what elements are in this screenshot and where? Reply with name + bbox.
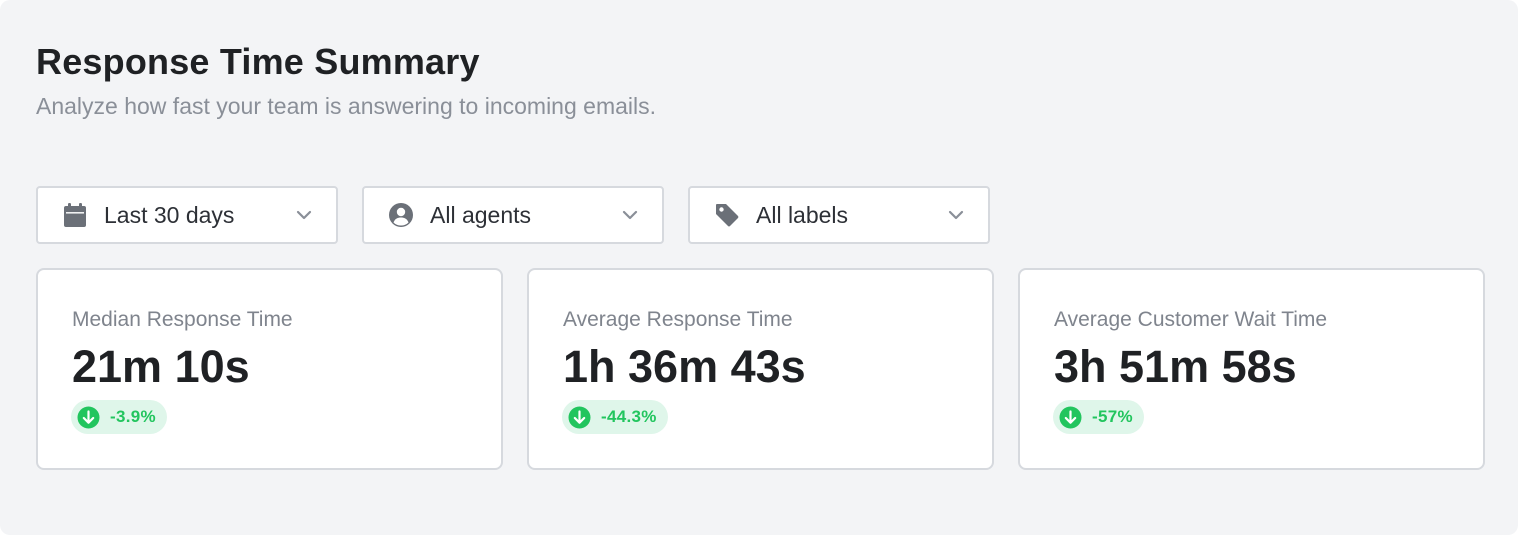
labels-label: All labels (756, 201, 849, 228)
filter-bar: Last 30 days All agents All labels (36, 186, 990, 244)
metric-card-average-response-time: Average Response Time 1h 36m 43s -44.3% (527, 268, 994, 470)
metric-value: 3h 51m 58s (1054, 341, 1297, 392)
arrow-down-circle-icon (568, 406, 591, 429)
response-time-summary-panel: Response Time Summary Analyze how fast y… (0, 0, 1518, 535)
arrow-down-circle-icon (77, 406, 100, 429)
trend-value: -44.3% (601, 407, 657, 426)
tag-icon (714, 202, 740, 228)
metric-label: Average Response Time (563, 308, 793, 331)
metric-card-median-response-time: Median Response Time 21m 10s -3.9% (36, 268, 503, 470)
metric-label: Average Customer Wait Time (1054, 308, 1328, 331)
date-range-dropdown[interactable]: Last 30 days (36, 186, 338, 244)
chevron-down-icon (946, 205, 966, 225)
agents-dropdown[interactable]: All agents (362, 186, 664, 244)
metric-card-average-customer-wait-time: Average Customer Wait Time 3h 51m 58s -5… (1018, 268, 1485, 470)
chevron-down-icon (294, 205, 314, 225)
trend-badge: -57% (1053, 400, 1144, 434)
metric-cards: Median Response Time 21m 10s -3.9% Avera… (36, 268, 1485, 470)
page-subtitle: Analyze how fast your team is answering … (36, 93, 657, 119)
page-title: Response Time Summary (36, 41, 480, 82)
trend-value: -57% (1092, 407, 1133, 426)
agents-label: All agents (430, 201, 532, 228)
trend-badge: -3.9% (71, 400, 167, 434)
metric-label: Median Response Time (72, 308, 293, 331)
trend-badge: -44.3% (562, 400, 668, 434)
chevron-down-icon (620, 205, 640, 225)
metric-value: 21m 10s (72, 341, 250, 392)
date-range-label: Last 30 days (104, 201, 235, 228)
metric-value: 1h 36m 43s (563, 341, 806, 392)
arrow-down-circle-icon (1059, 406, 1082, 429)
trend-value: -3.9% (110, 407, 156, 426)
user-circle-icon (388, 202, 414, 228)
labels-dropdown[interactable]: All labels (688, 186, 990, 244)
calendar-icon (62, 202, 88, 228)
